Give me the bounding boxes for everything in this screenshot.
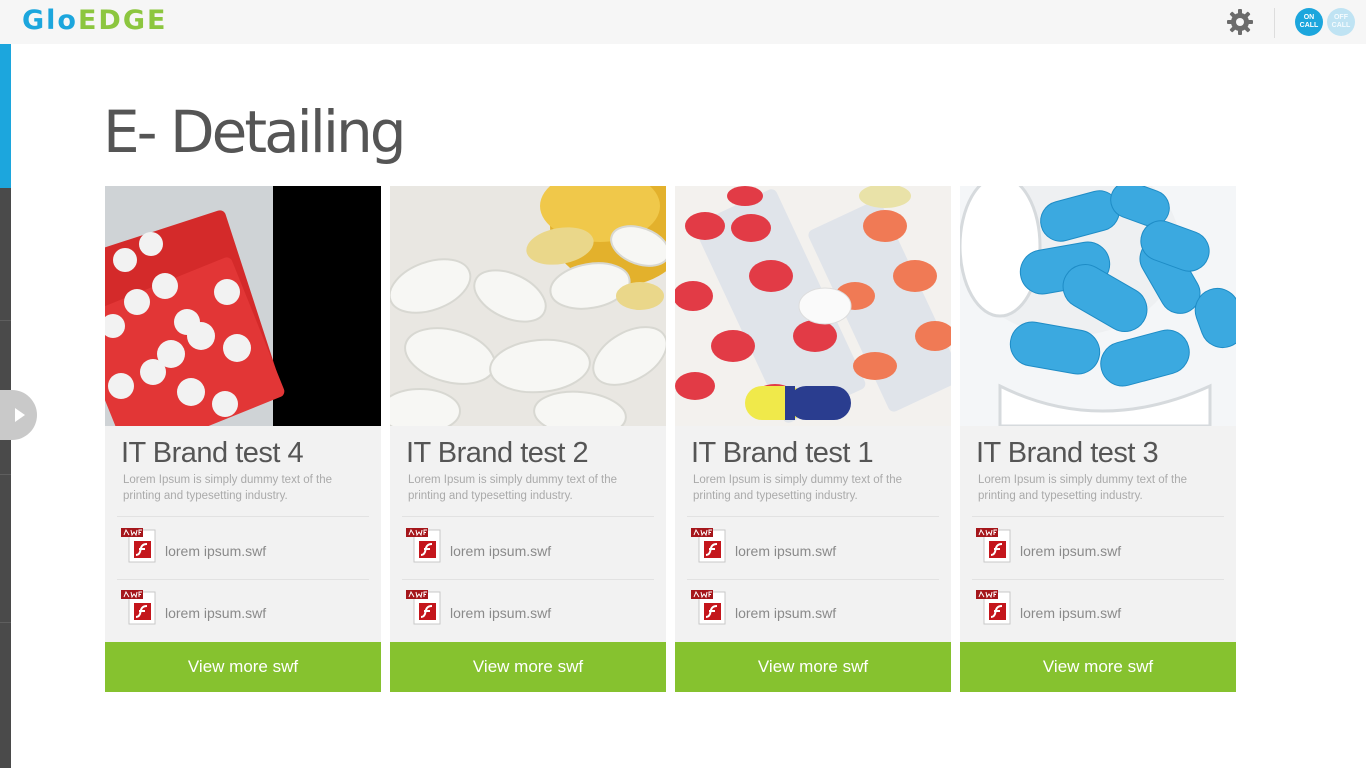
swf-file-icon — [406, 528, 441, 563]
card-description: Lorem Ipsum is simply dummy text of the … — [978, 474, 1187, 502]
file-name: lorem ipsum.swf — [735, 543, 837, 559]
card-description: Lorem Ipsum is simply dummy text of the … — [123, 474, 332, 502]
swf-file-link[interactable]: lorem ipsum.swf — [976, 527, 1216, 567]
swf-file-link[interactable]: lorem ipsum.swf — [691, 527, 931, 567]
file-name: lorem ipsum.swf — [735, 605, 837, 621]
swf-file-icon — [976, 590, 1011, 625]
top-bar: GloEDGE ON CALL OFF CALL — [0, 0, 1366, 44]
card-divider — [972, 579, 1224, 580]
product-image[interactable] — [390, 186, 666, 426]
gear-icon[interactable] — [1226, 8, 1254, 36]
card-description: Lorem Ipsum is simply dummy text of the … — [693, 474, 902, 502]
swf-file-icon — [691, 528, 726, 563]
gloedge-logo[interactable]: GloEDGE — [22, 5, 167, 37]
swf-file-link[interactable]: lorem ipsum.swf — [691, 589, 931, 629]
product-image[interactable] — [105, 186, 381, 426]
top-divider — [1274, 8, 1275, 38]
side-rail-active-indicator — [0, 44, 11, 188]
file-name: lorem ipsum.swf — [165, 543, 267, 559]
swf-file-link[interactable]: lorem ipsum.swf — [406, 589, 646, 629]
brand-card: IT Brand test 2 Lorem Ipsum is simply du… — [390, 186, 666, 692]
rail-divider — [0, 474, 11, 475]
swf-file-link[interactable]: lorem ipsum.swf — [121, 527, 361, 567]
swf-file-icon — [121, 528, 156, 563]
page-title: E- Detailing — [103, 98, 407, 166]
view-more-swf-button[interactable]: View more swf — [105, 642, 381, 692]
swf-file-icon — [121, 590, 156, 625]
swf-file-link[interactable]: lorem ipsum.swf — [976, 589, 1216, 629]
swf-file-icon — [691, 590, 726, 625]
swf-file-link[interactable]: lorem ipsum.swf — [121, 589, 361, 629]
rail-divider — [0, 622, 11, 623]
file-name: lorem ipsum.swf — [450, 543, 552, 559]
card-title: IT Brand test 2 — [406, 437, 589, 469]
file-name: lorem ipsum.swf — [165, 605, 267, 621]
card-title: IT Brand test 3 — [976, 437, 1159, 469]
card-divider — [402, 579, 654, 580]
card-divider — [687, 579, 939, 580]
card-title: IT Brand test 4 — [121, 437, 304, 469]
off-call-button[interactable]: OFF CALL — [1327, 8, 1355, 36]
brand-card: IT Brand test 1 Lorem Ipsum is simply du… — [675, 186, 951, 692]
file-name: lorem ipsum.swf — [1020, 605, 1122, 621]
product-image[interactable] — [675, 186, 951, 426]
chevron-right-icon — [15, 408, 25, 422]
rail-divider — [0, 320, 11, 321]
logo-glo-text: Glo — [22, 5, 78, 36]
card-title: IT Brand test 1 — [691, 437, 874, 469]
brand-card: IT Brand test 3 Lorem Ipsum is simply du… — [960, 186, 1236, 692]
swf-file-icon — [406, 590, 441, 625]
file-name: lorem ipsum.swf — [1020, 543, 1122, 559]
brand-card: IT Brand test 4 Lorem Ipsum is simply du… — [105, 186, 381, 692]
view-more-swf-button[interactable]: View more swf — [675, 642, 951, 692]
product-image[interactable] — [960, 186, 1236, 426]
card-divider — [117, 516, 369, 517]
swf-file-link[interactable]: lorem ipsum.swf — [406, 527, 646, 567]
drawer-toggle-button[interactable] — [0, 390, 37, 440]
card-divider — [972, 516, 1224, 517]
logo-edge-text: EDGE — [77, 5, 168, 36]
view-more-swf-button[interactable]: View more swf — [390, 642, 666, 692]
swf-file-icon — [976, 528, 1011, 563]
file-name: lorem ipsum.swf — [450, 605, 552, 621]
card-divider — [402, 516, 654, 517]
card-divider — [687, 516, 939, 517]
card-divider — [117, 579, 369, 580]
view-more-swf-button[interactable]: View more swf — [960, 642, 1236, 692]
card-description: Lorem Ipsum is simply dummy text of the … — [408, 474, 617, 502]
on-call-button[interactable]: ON CALL — [1295, 8, 1323, 36]
